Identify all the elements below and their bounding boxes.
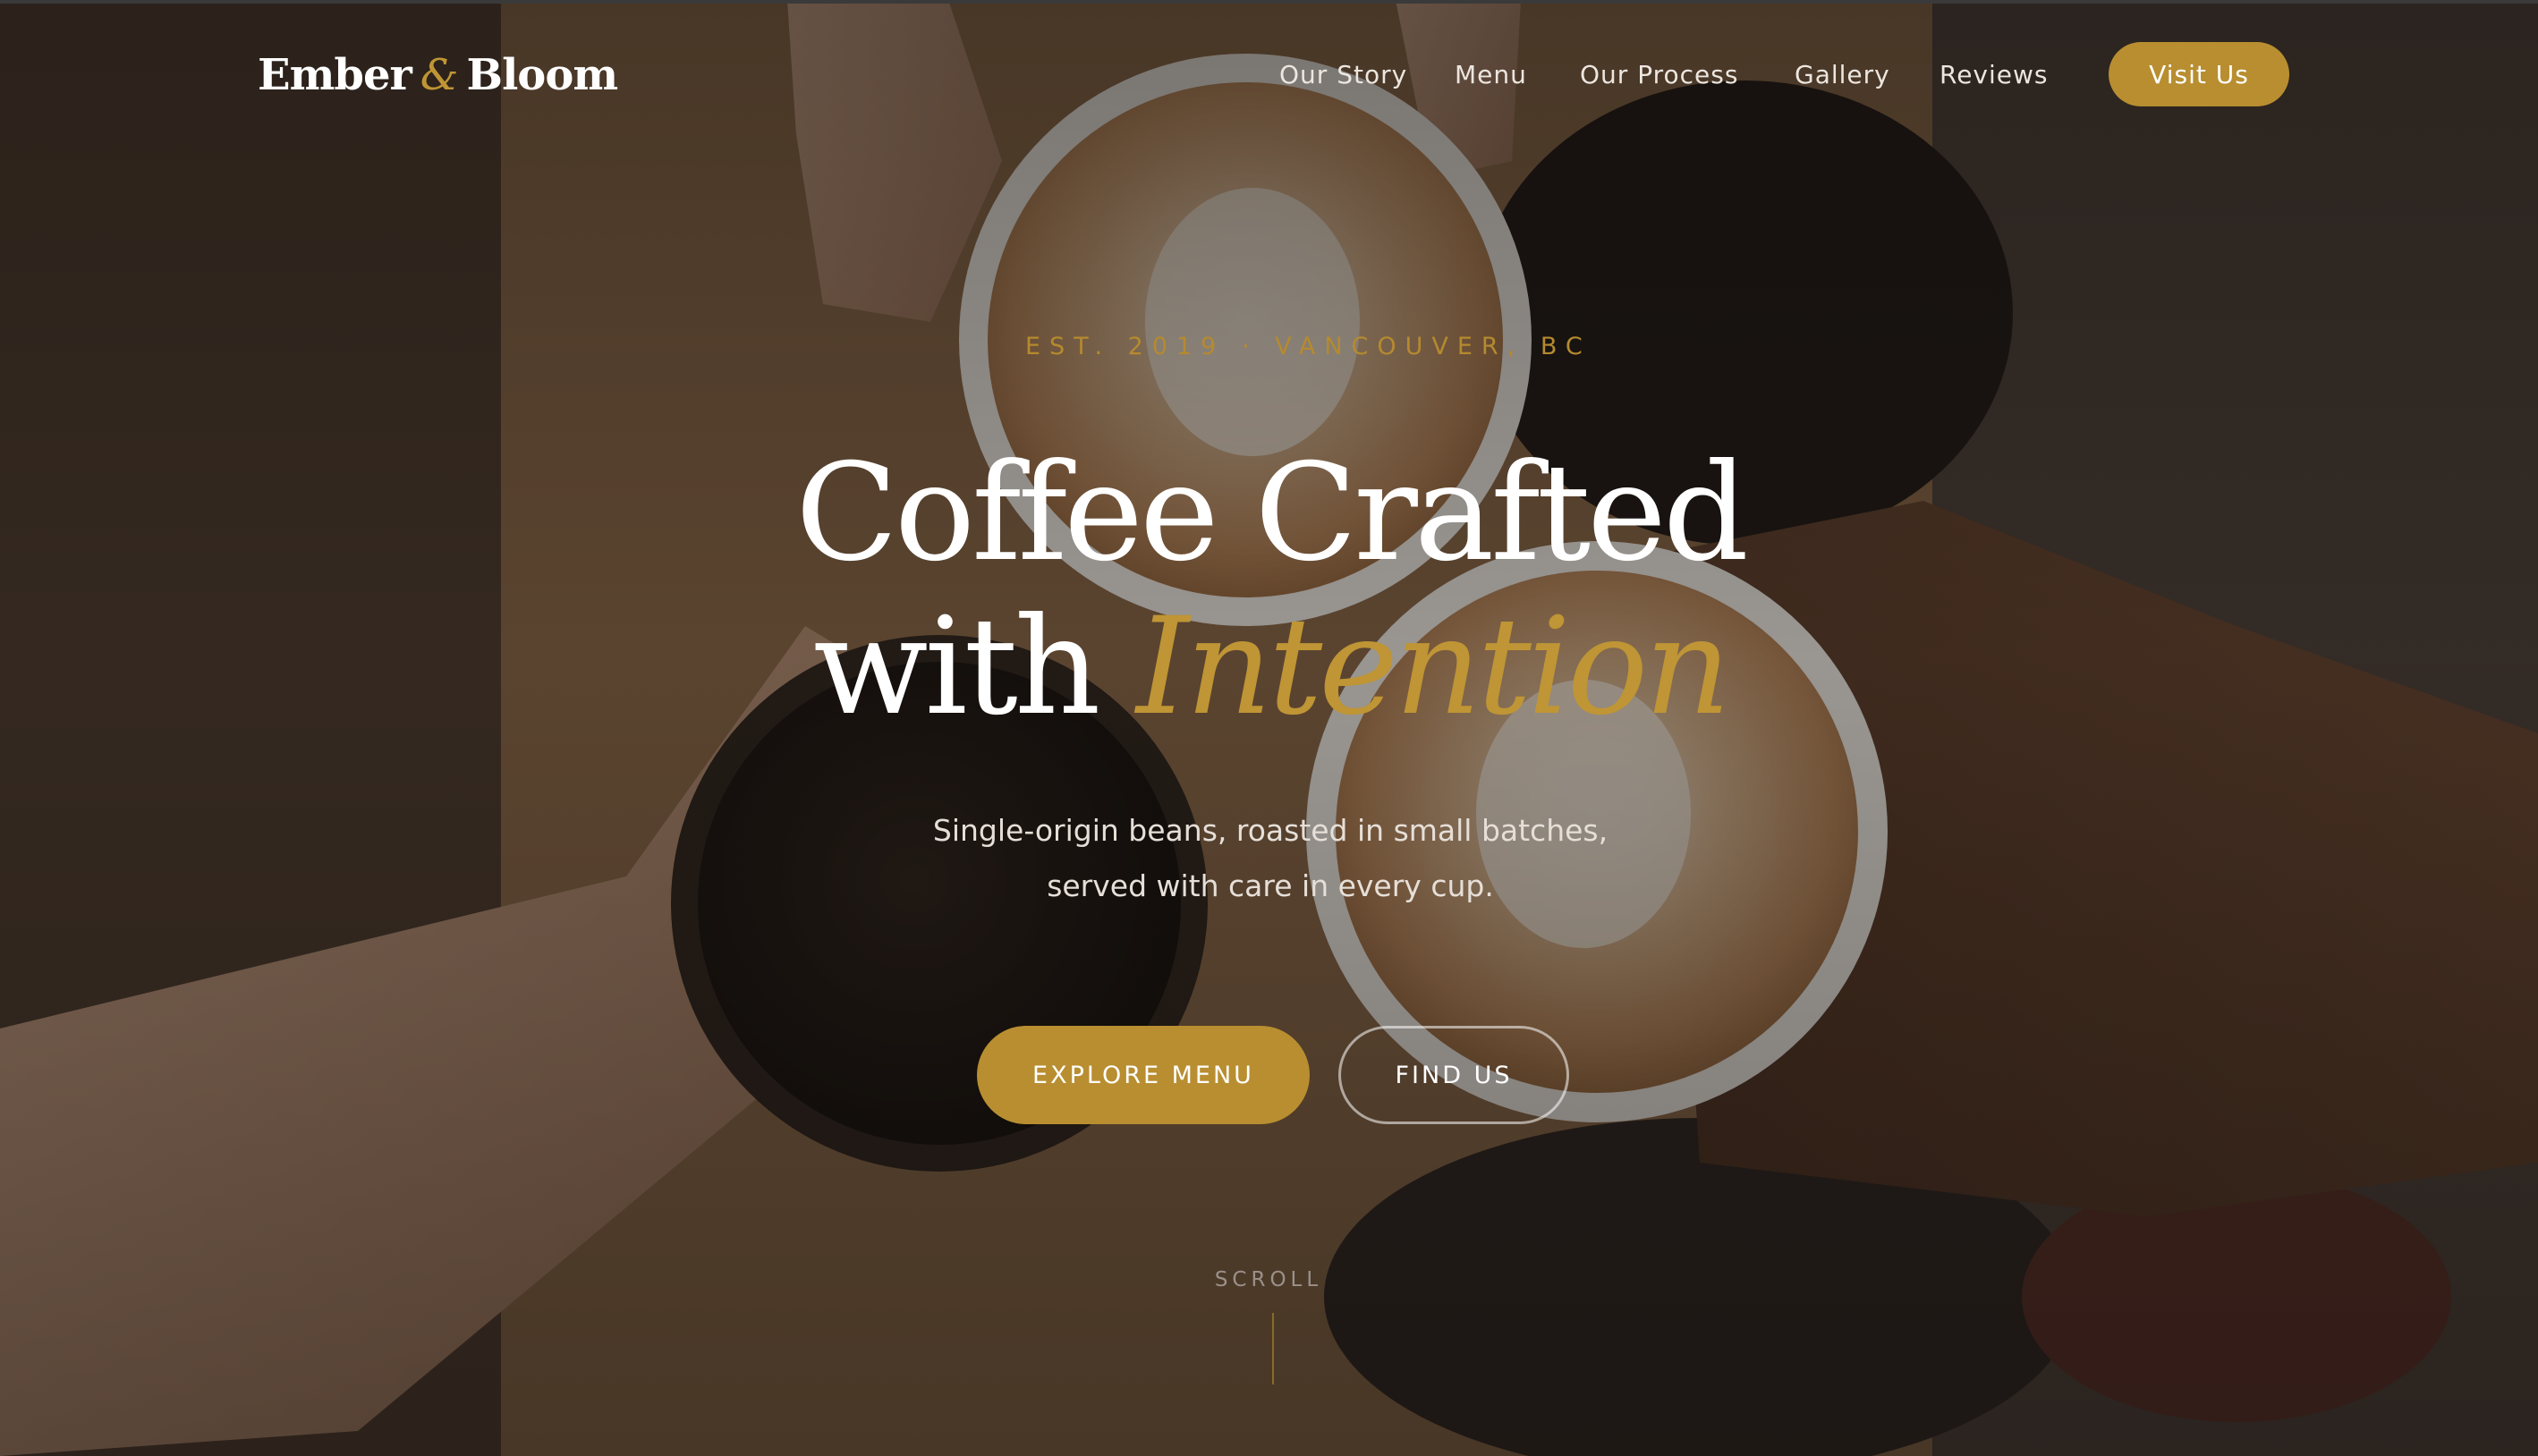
find-us-button[interactable]: FIND US <box>1338 1026 1569 1124</box>
brand-ampersand: & <box>420 50 459 100</box>
scroll-indicator-line <box>1272 1313 1274 1384</box>
nav-link-gallery[interactable]: Gallery <box>1795 60 1940 89</box>
headline-accent-word: Intention <box>1136 589 1731 745</box>
headline-line-1: Coffee Crafted <box>795 436 1749 591</box>
hero-section: Ember & Bloom Our Story Menu Our Process G… <box>0 0 2538 1456</box>
headline-line-2: with Intention <box>716 590 1825 744</box>
subtitle-line-2: served with care in every cup. <box>1047 868 1494 903</box>
nav-link-menu[interactable]: Menu <box>1455 60 1580 89</box>
nav-link-our-process[interactable]: Our Process <box>1580 60 1795 89</box>
nav-link-our-story[interactable]: Our Story <box>1279 60 1455 89</box>
brand-name-first: Ember <box>258 50 412 100</box>
headline-word-with: with <box>813 589 1100 745</box>
top-navigation: Ember & Bloom Our Story Menu Our Process G… <box>0 0 2538 152</box>
brand-name-second: Bloom <box>466 50 619 100</box>
hero-headline: Coffee Crafted with Intention <box>716 436 1825 744</box>
brand-logo[interactable]: Ember & Bloom <box>258 43 619 107</box>
visit-us-button[interactable]: Visit Us <box>2109 42 2289 106</box>
subtitle-line-1: Single-origin beans, roasted in small ba… <box>932 813 1609 848</box>
nav-link-reviews[interactable]: Reviews <box>1940 60 2048 89</box>
hero-kicker: EST. 2019 · VANCOUVER, BC <box>1025 333 1592 360</box>
explore-menu-button[interactable]: EXPLORE MENU <box>977 1026 1310 1124</box>
scroll-indicator-label[interactable]: SCROLL <box>1179 1268 1358 1291</box>
nav-links: Our Story Menu Our Process Gallery Revie… <box>1279 45 2048 104</box>
hero-subtitle: Single-origin beans, roasted in small ba… <box>805 803 1736 914</box>
